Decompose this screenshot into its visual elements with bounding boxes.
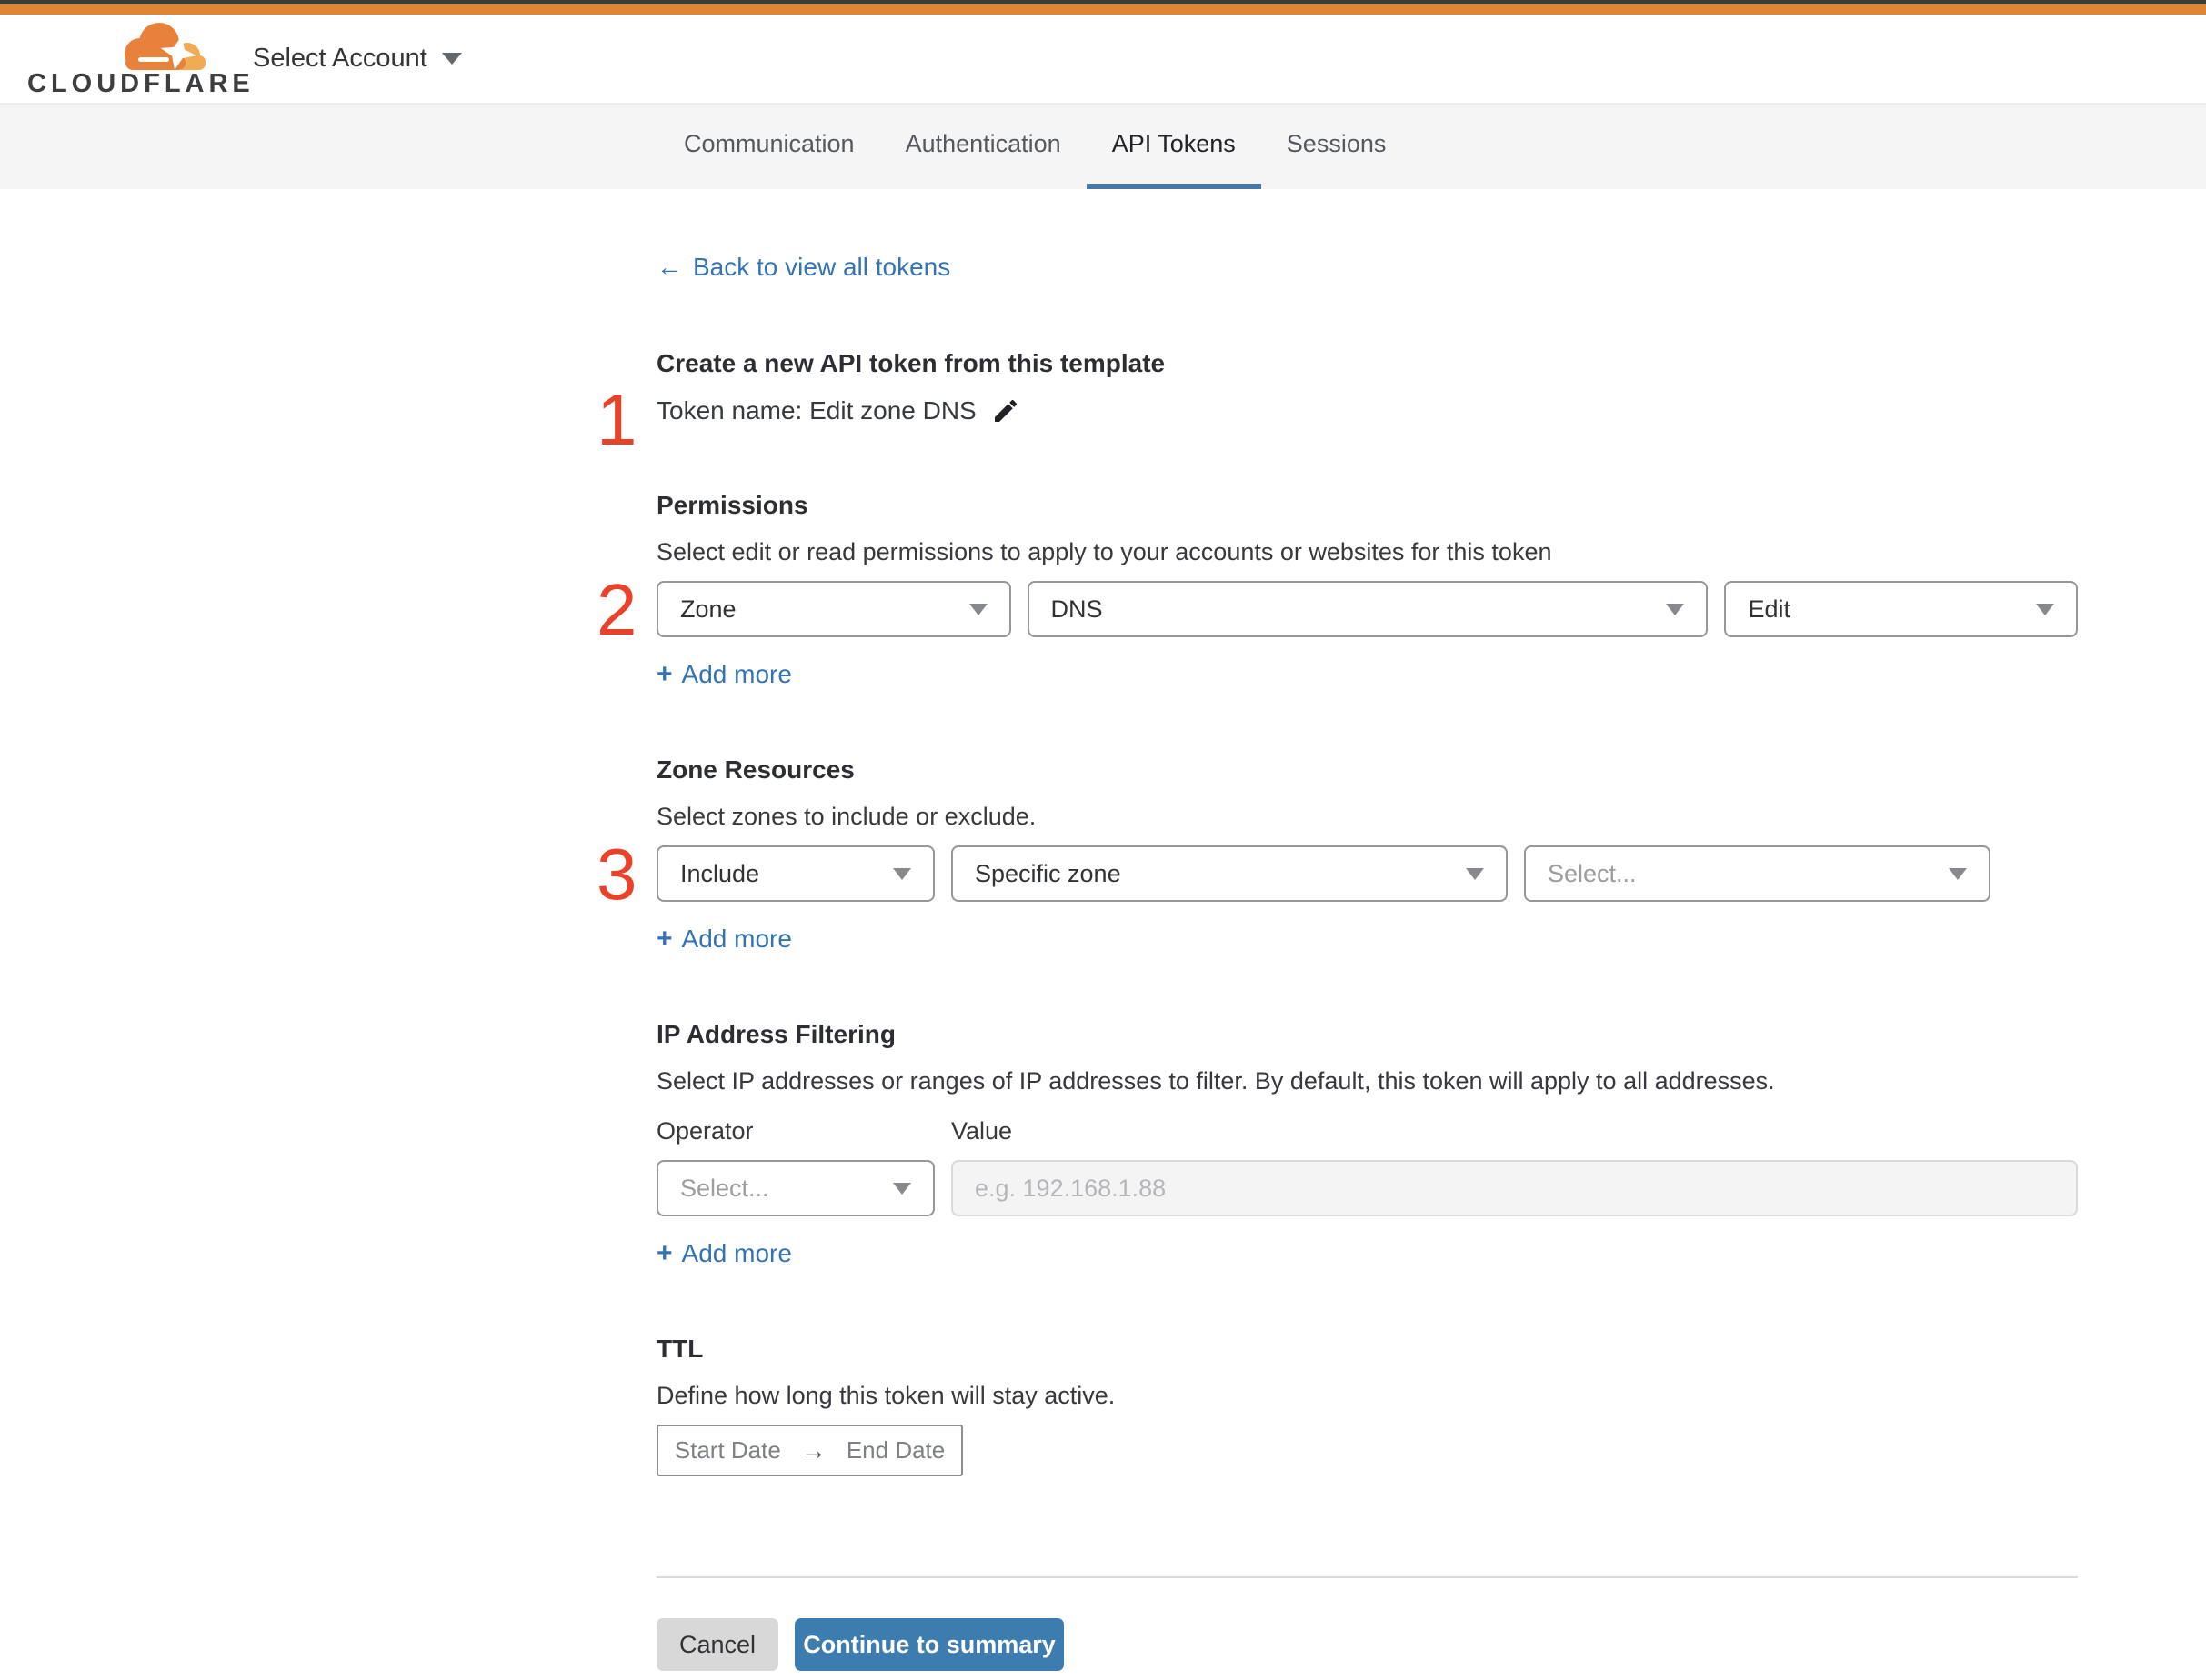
- ttl-title: TTL: [657, 1335, 704, 1363]
- tab-authentication[interactable]: Authentication: [880, 105, 1087, 189]
- permissions-section: Permissions Select edit or read permissi…: [597, 491, 2078, 690]
- form-actions: Cancel Continue to summary: [657, 1618, 2078, 1680]
- plus-icon: +: [657, 1238, 673, 1268]
- ip-filtering-description: Select IP addresses or ranges of IP addr…: [657, 1067, 1775, 1095]
- back-to-tokens-link[interactable]: ← Back to view all tokens: [657, 253, 950, 282]
- edit-token-name-button[interactable]: [991, 396, 1020, 425]
- permissions-description: Select edit or read permissions to apply…: [657, 538, 1552, 565]
- chevron-down-icon: [968, 603, 988, 615]
- zone-type-select[interactable]: Specific zone: [951, 845, 1508, 902]
- top-accent-bar: [0, 4, 2206, 15]
- operator-label: Operator: [657, 1117, 754, 1145]
- permissions-add-more-link[interactable]: + Add more: [657, 659, 792, 690]
- step-marker-2: 2: [597, 569, 637, 650]
- ip-filtering-add-more-link[interactable]: + Add more: [657, 1238, 792, 1269]
- chevron-down-icon: [1466, 867, 1484, 880]
- chevron-down-icon: [2036, 603, 2054, 615]
- zone-resources-description: Select zones to include or exclude.: [657, 803, 1037, 830]
- zone-resources-section: Zone Resources Select zones to include o…: [597, 755, 2078, 955]
- select-account-label: Select Account: [253, 44, 427, 73]
- page-title: Create a new API token from this templat…: [657, 349, 1166, 377]
- ip-filtering-row: Select...: [657, 1160, 2078, 1216]
- zone-resources-row: 3 Include Specific zone Select...: [597, 838, 2078, 911]
- chevron-down-icon: [1949, 867, 1967, 880]
- chevron-down-icon: [1666, 603, 1685, 615]
- select-account-dropdown[interactable]: Select Account: [253, 44, 462, 74]
- ip-filtering-labels: Operator Value: [657, 1117, 2078, 1145]
- tab-communication[interactable]: Communication: [658, 105, 880, 189]
- tab-api-tokens[interactable]: API Tokens: [1086, 105, 1261, 189]
- step-marker-1: 1: [597, 379, 637, 460]
- app-header: CLOUDFLARE Select Account: [0, 15, 2206, 105]
- zone-resources-add-more-link[interactable]: + Add more: [657, 924, 792, 955]
- back-arrow-icon: ←: [657, 253, 682, 281]
- permission-scope-select[interactable]: Zone: [657, 581, 1011, 637]
- chevron-down-icon: [893, 1182, 911, 1195]
- zone-resources-title: Zone Resources: [657, 755, 855, 784]
- cloudflare-wordmark: CLOUDFLARE: [27, 68, 255, 98]
- value-label: Value: [951, 1117, 1013, 1145]
- cloudflare-logo[interactable]: CLOUDFLARE: [27, 17, 250, 101]
- step-marker-3: 3: [597, 834, 637, 915]
- end-date-placeholder: End Date: [846, 1436, 946, 1464]
- cancel-button[interactable]: Cancel: [657, 1618, 778, 1671]
- plus-icon: +: [657, 659, 673, 689]
- permission-access-select[interactable]: Edit: [1724, 581, 2078, 637]
- tab-sessions[interactable]: Sessions: [1261, 105, 1412, 189]
- ttl-section: TTL Define how long this token will stay…: [657, 1335, 2078, 1476]
- ip-value-input[interactable]: [951, 1160, 2078, 1216]
- footer-divider: [657, 1576, 2078, 1578]
- profile-tabbar: Communication Authentication API Tokens …: [0, 105, 2206, 189]
- token-name-text: Token name: Edit zone DNS: [657, 396, 977, 425]
- arrow-right-icon: →: [800, 1435, 827, 1465]
- zone-picker-select[interactable]: Select...: [1524, 845, 1990, 902]
- ttl-date-range-picker[interactable]: Start Date → End Date: [657, 1425, 963, 1476]
- zone-include-select[interactable]: Include: [657, 845, 935, 902]
- ip-filtering-title: IP Address Filtering: [657, 1020, 896, 1048]
- chevron-down-icon: [893, 867, 911, 880]
- permissions-title: Permissions: [657, 491, 808, 519]
- permission-service-select[interactable]: DNS: [1027, 581, 1709, 637]
- ip-filtering-section: IP Address Filtering Select IP addresses…: [657, 1020, 2078, 1269]
- start-date-placeholder: Start Date: [674, 1436, 781, 1464]
- back-link-label: Back to view all tokens: [693, 253, 951, 281]
- token-template-form: ← Back to view all tokens Create a new A…: [597, 189, 2078, 1680]
- plus-icon: +: [657, 924, 673, 954]
- pencil-icon: [994, 399, 1017, 422]
- ttl-description: Define how long this token will stay act…: [657, 1382, 1116, 1409]
- permissions-row: 2 Zone DNS Edit: [597, 574, 2078, 646]
- ip-operator-select[interactable]: Select...: [657, 1160, 935, 1216]
- continue-to-summary-button[interactable]: Continue to summary: [795, 1618, 1064, 1671]
- chevron-down-icon: [441, 53, 462, 65]
- token-name-row: 1 Token name: Edit zone DNS: [597, 384, 2078, 456]
